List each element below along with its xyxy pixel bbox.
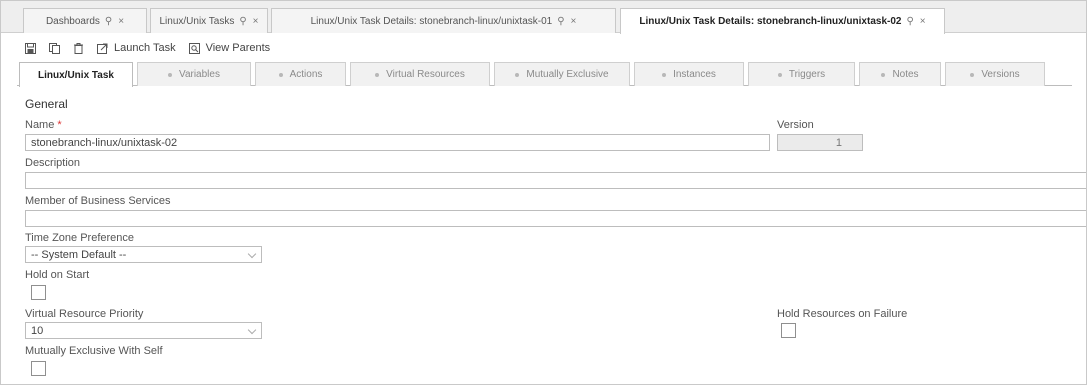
tab-label: Mutually Exclusive: [526, 69, 609, 80]
mutually-exclusive-checkbox[interactable]: [31, 361, 46, 376]
save-icon[interactable]: [25, 42, 36, 54]
tab-label: Linux/Unix Task Details: stonebranch-lin…: [639, 16, 902, 27]
tab-dashboards[interactable]: Dashboards ⚲ ×: [23, 8, 147, 33]
description-field[interactable]: [25, 172, 1086, 189]
version-label: Version: [777, 119, 814, 131]
pin-icon[interactable]: ⚲: [239, 16, 246, 27]
close-icon[interactable]: ×: [571, 16, 577, 27]
tab-mutually-exclusive[interactable]: Mutually Exclusive: [494, 62, 630, 86]
top-tab-bar: Dashboards ⚲ × Linux/Unix Tasks ⚲ × Linu…: [1, 1, 1086, 34]
tab-label: Triggers: [788, 69, 826, 80]
vr-priority-select[interactable]: 10: [25, 322, 262, 339]
tab-notes[interactable]: Notes: [859, 62, 941, 86]
status-dot-icon: [970, 72, 975, 77]
tab-instances[interactable]: Instances: [634, 62, 744, 86]
business-services-field[interactable]: [25, 210, 1086, 227]
task-details-window: Dashboards ⚲ × Linux/Unix Tasks ⚲ × Linu…: [0, 0, 1087, 385]
timezone-label: Time Zone Preference: [25, 232, 135, 244]
version-field: 1: [777, 134, 863, 151]
tab-label: Variables: [179, 69, 220, 80]
tab-versions[interactable]: Versions: [945, 62, 1045, 86]
tab-triggers[interactable]: Triggers: [748, 62, 855, 86]
required-marker: *: [57, 119, 62, 131]
business-services-label: Member of Business Services: [25, 195, 171, 207]
trash-icon[interactable]: [73, 42, 84, 54]
chevron-down-icon: [247, 325, 257, 335]
launch-icon: [97, 43, 108, 54]
vr-priority-value: 10: [31, 324, 44, 337]
timezone-select[interactable]: -- System Default --: [25, 246, 262, 263]
launch-task-label: Launch Task: [114, 42, 176, 54]
status-dot-icon: [168, 72, 173, 77]
tab-label: Actions: [289, 69, 323, 80]
view-parents-label: View Parents: [205, 42, 271, 54]
section-title-general: General: [25, 97, 68, 111]
tab-label: Linux/Unix Task Details: stonebranch-lin…: [310, 15, 553, 27]
chevron-down-icon: [247, 249, 257, 259]
tab-label: Dashboards: [45, 15, 100, 27]
name-field[interactable]: stonebranch-linux/unixtask-02: [25, 134, 770, 151]
view-parents-icon: [188, 42, 200, 54]
tab-task-details-02[interactable]: Linux/Unix Task Details: stonebranch-lin…: [620, 8, 945, 34]
tab-virtual-resources[interactable]: Virtual Resources: [350, 62, 490, 86]
hold-resources-label: Hold Resources on Failure: [777, 308, 908, 320]
hold-resources-checkbox[interactable]: [781, 323, 796, 338]
status-dot-icon: [777, 72, 782, 77]
tab-linux-unix-tasks[interactable]: Linux/Unix Tasks ⚲ ×: [150, 8, 268, 33]
vr-priority-label: Virtual Resource Priority: [25, 308, 144, 320]
name-label: Name *: [25, 119, 62, 131]
mutually-exclusive-label: Mutually Exclusive With Self: [25, 345, 163, 357]
close-icon[interactable]: ×: [118, 16, 124, 27]
tab-label: Virtual Resources: [386, 69, 465, 80]
launch-task-button[interactable]: Launch Task: [97, 42, 176, 54]
status-dot-icon: [881, 72, 886, 77]
close-icon[interactable]: ×: [920, 16, 926, 27]
timezone-value: -- System Default --: [31, 248, 127, 261]
status-dot-icon: [278, 72, 283, 77]
status-dot-icon: [515, 72, 520, 77]
tab-label: Instances: [673, 69, 716, 80]
tab-label: Notes: [892, 69, 919, 80]
description-label: Description: [25, 157, 81, 169]
pin-icon[interactable]: ⚲: [557, 16, 564, 27]
tab-variables[interactable]: Variables: [137, 62, 251, 86]
close-icon[interactable]: ×: [253, 16, 259, 27]
copy-icon[interactable]: [49, 42, 60, 54]
hold-on-start-label: Hold on Start: [25, 269, 90, 281]
tab-task-details-01[interactable]: Linux/Unix Task Details: stonebranch-lin…: [271, 8, 616, 33]
pin-icon[interactable]: ⚲: [906, 16, 913, 27]
pin-icon[interactable]: ⚲: [105, 16, 112, 27]
detail-tab-strip: Linux/Unix Task Variables Actions Virtua…: [17, 62, 1072, 87]
tab-label: Versions: [981, 69, 1020, 80]
status-dot-icon: [375, 72, 380, 77]
view-parents-button[interactable]: View Parents: [188, 42, 271, 54]
tab-label: Linux/Unix Task: [38, 69, 114, 81]
name-label-text: Name: [25, 119, 55, 131]
tab-label: Linux/Unix Tasks: [159, 15, 235, 27]
hold-on-start-checkbox[interactable]: [31, 285, 46, 300]
status-dot-icon: [662, 72, 667, 77]
tab-linux-unix-task[interactable]: Linux/Unix Task: [19, 62, 133, 87]
tab-actions[interactable]: Actions: [255, 62, 346, 86]
toolbar: Launch Task View Parents: [1, 34, 1086, 62]
